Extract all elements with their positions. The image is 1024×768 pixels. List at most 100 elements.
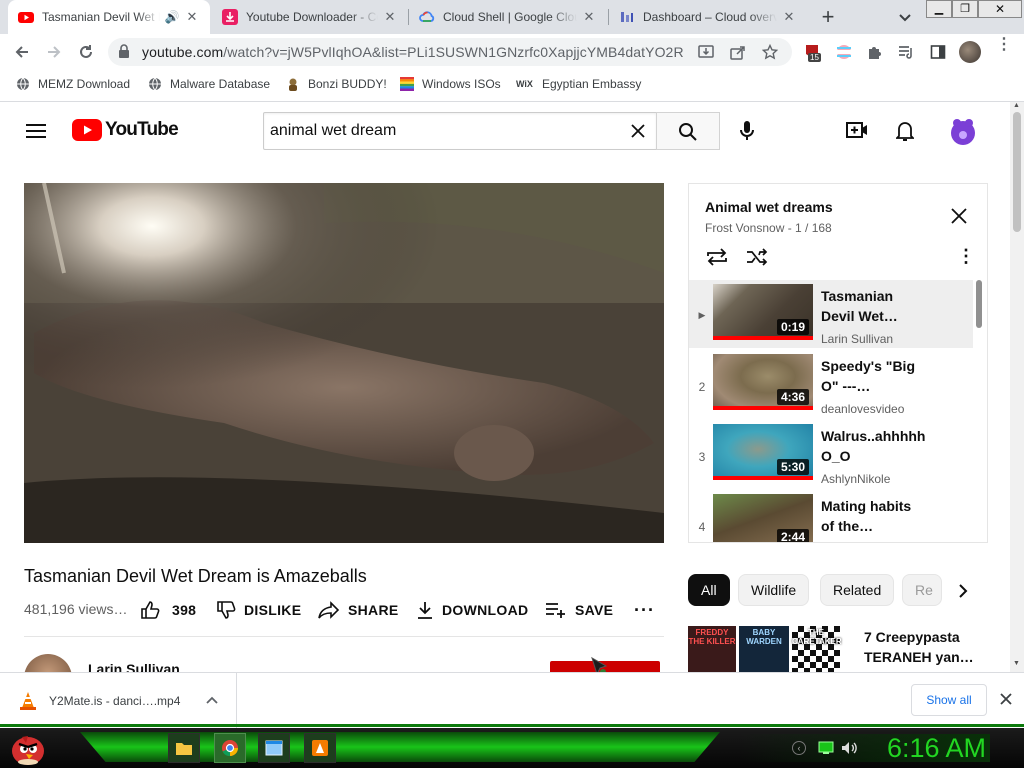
page-scrollbar-thumb[interactable]: [1013, 112, 1021, 232]
tab-close-icon[interactable]: ✕: [382, 9, 398, 25]
playlist-item[interactable]: 4 2:44 Mating habits of the…: [689, 490, 973, 542]
volume-icon[interactable]: [841, 741, 857, 755]
arrow-left-icon: [15, 46, 28, 58]
tab-close-icon[interactable]: ✕: [781, 9, 797, 25]
taskbar-window-app[interactable]: [258, 733, 290, 763]
install-app-icon[interactable]: [698, 44, 714, 60]
bookmark-windows-isos[interactable]: Windows ISOs: [400, 77, 501, 91]
playlist-item[interactable]: ▶ 0:19 Tasmanian Devil Wet… Larin Sulliva…: [689, 280, 973, 348]
close-window-button[interactable]: ✕: [978, 0, 1022, 18]
tab-youtube[interactable]: Tasmanian Devil Wet Dream is Amazeballs …: [8, 0, 210, 34]
playlist-item[interactable]: 3 5:30 Walrus..ahhhhh O_O AshlynNikole: [689, 420, 973, 488]
search-query[interactable]: animal wet dream: [270, 122, 396, 140]
taskbar-clock[interactable]: 6:16 AM: [887, 733, 986, 764]
playlist-scrollbar[interactable]: [976, 280, 982, 328]
dashboard-icon: [621, 12, 633, 22]
chevron-up-icon[interactable]: [206, 695, 218, 705]
playlist-title[interactable]: Animal wet dreams: [705, 199, 833, 215]
chip-related[interactable]: Related: [820, 574, 895, 606]
bookmark-bonzi-buddy[interactable]: Bonzi BUDDY!: [286, 77, 387, 91]
hamburger-menu-icon[interactable]: [26, 123, 46, 139]
lock-icon[interactable]: [118, 44, 130, 59]
tab-close-icon[interactable]: ✕: [184, 9, 200, 25]
new-tab-button[interactable]: +: [816, 4, 840, 30]
microphone-icon[interactable]: [740, 121, 754, 141]
tab-search-icon[interactable]: [896, 8, 914, 26]
playlist-item-title: Speedy's "Big O" ---…: [821, 358, 915, 394]
like-button[interactable]: 398: [140, 600, 196, 620]
share-page-icon[interactable]: [730, 44, 746, 60]
scroll-down-icon[interactable]: ▼: [1013, 660, 1020, 667]
chevron-right-icon: [959, 584, 968, 598]
clear-search-icon[interactable]: [630, 123, 646, 139]
save-button[interactable]: SAVE: [545, 600, 613, 620]
globe-icon: [149, 77, 161, 91]
recommended-title[interactable]: 7 Creepypasta TERANEH yan…: [864, 627, 974, 667]
view-count[interactable]: 481,196 views…: [24, 601, 128, 617]
back-button[interactable]: [8, 38, 36, 66]
video-duration: 4:36: [776, 389, 809, 405]
chips-next-button[interactable]: [942, 574, 984, 606]
tray-expand-icon[interactable]: ‹: [792, 741, 806, 755]
tab-audio-icon[interactable]: 🔊: [164, 10, 180, 24]
taskbar-vlc[interactable]: [304, 733, 336, 763]
extensions-puzzle-icon[interactable]: [866, 44, 882, 60]
playlist-item[interactable]: 2 4:36 Speedy's "Big O" ---… deanlovesvid…: [689, 350, 973, 418]
tab-close-icon[interactable]: ✕: [581, 9, 597, 25]
bookmark-star-icon[interactable]: [762, 44, 778, 60]
video-player[interactable]: [24, 183, 664, 543]
taskbar: [0, 724, 1024, 768]
minimize-button[interactable]: ▁: [926, 0, 952, 18]
more-actions-icon[interactable]: ···: [634, 600, 655, 621]
start-button[interactable]: [8, 729, 48, 767]
chip-recently-uploaded[interactable]: Re: [902, 574, 942, 606]
video-thumbnail: 0:19: [713, 284, 813, 340]
url-text[interactable]: youtube.com/watch?v=jW5PvlIqhOA&list=PLi…: [142, 44, 684, 60]
scroll-up-icon[interactable]: ▲: [1013, 102, 1020, 109]
network-icon[interactable]: [818, 741, 834, 755]
video-thumbnail: 2:44: [713, 494, 813, 542]
side-panel-icon[interactable]: [930, 44, 946, 60]
loop-playlist-icon[interactable]: [705, 247, 729, 267]
extension-flag-icon[interactable]: [836, 44, 852, 60]
account-avatar[interactable]: [949, 116, 977, 146]
bookmark-memz[interactable]: MEMZ Download: [16, 77, 130, 91]
show-all-downloads-button[interactable]: Show all: [911, 684, 987, 716]
media-control-icon[interactable]: [898, 44, 914, 60]
create-video-icon[interactable]: [846, 121, 868, 139]
taskbar-file-explorer[interactable]: [168, 733, 200, 763]
watched-progress-bar: [713, 336, 813, 340]
profile-avatar[interactable]: [959, 41, 981, 63]
bookmark-egyptian-embassy[interactable]: WiX Egyptian Embassy: [516, 77, 641, 91]
reload-button[interactable]: [72, 38, 100, 66]
chip-wildlife[interactable]: Wildlife: [738, 574, 810, 606]
shuffle-icon[interactable]: [745, 247, 769, 267]
chrome-menu-icon[interactable]: ⋮: [996, 37, 1012, 53]
tab-youtube-downloader[interactable]: Youtube Downloader - Convert ✕: [212, 0, 408, 34]
bookmark-malware-database[interactable]: Malware Database: [148, 77, 270, 91]
tab-cloud-shell[interactable]: Cloud Shell | Google Cloud ✕: [409, 0, 607, 34]
youtube-logo[interactable]: YouTube: [72, 119, 179, 141]
notifications-bell-icon[interactable]: [896, 120, 914, 142]
thumbs-down-icon: [217, 601, 236, 619]
close-playlist-icon[interactable]: [951, 208, 967, 224]
youtube-logo-text: YouTube: [105, 119, 179, 140]
download-item[interactable]: Y2Mate.is - danci….mp4: [0, 673, 237, 728]
taskbar-chrome[interactable]: [214, 733, 246, 763]
tab-dashboard[interactable]: Dashboard – Cloud overview ✕: [609, 0, 807, 34]
download-button[interactable]: DOWNLOAD: [416, 600, 528, 620]
channel-avatar[interactable]: [24, 654, 72, 672]
channel-name[interactable]: Larin Sullivan: [88, 661, 180, 672]
page-scrollbar[interactable]: ▲ ▼: [1010, 102, 1024, 672]
dislike-button[interactable]: DISLIKE: [216, 600, 301, 620]
recommended-thumbnail[interactable]: FREDDY THE KILLER BABY WARDEN THE CARETAKER: [688, 626, 856, 672]
share-button[interactable]: SHARE: [318, 600, 399, 620]
tab-title: Youtube Downloader - Convert: [246, 10, 378, 24]
forward-button[interactable]: [40, 38, 68, 66]
restore-button[interactable]: ❐: [952, 0, 978, 18]
close-download-bar-icon[interactable]: [1000, 693, 1012, 705]
extension-red-icon[interactable]: 15: [804, 43, 821, 62]
search-button[interactable]: [656, 112, 720, 150]
playlist-more-icon[interactable]: ⋮: [957, 246, 975, 267]
chip-all[interactable]: All: [688, 574, 730, 606]
